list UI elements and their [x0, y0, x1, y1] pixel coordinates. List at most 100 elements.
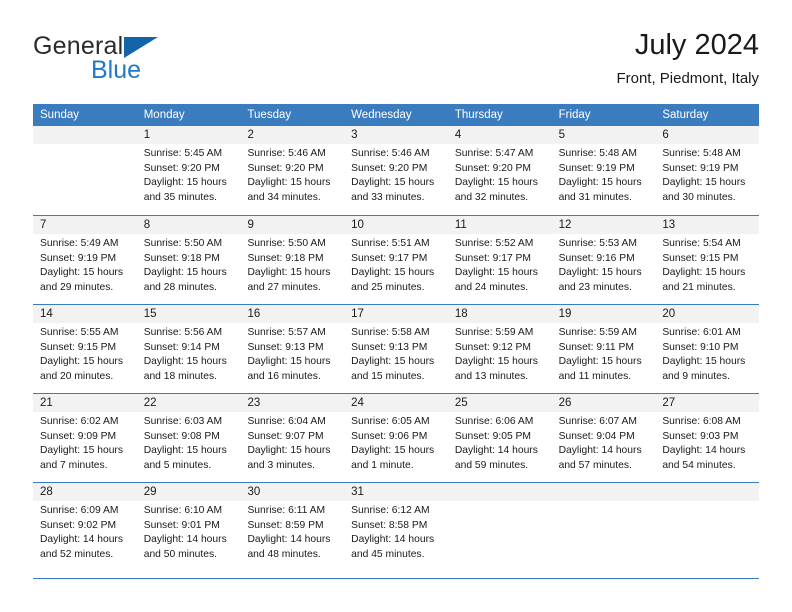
sunrise-text: Sunrise: 6:05 AM	[351, 416, 430, 427]
daylight-text-line2: and 16 minutes.	[247, 370, 321, 382]
calendar-day-cell[interactable]: 6 Sunrise: 5:48 AM Sunset: 9:19 PM Daylight…	[655, 126, 760, 215]
daylight-text-line2: and 25 minutes.	[351, 281, 425, 293]
day-details: Sunrise: 6:08 AM Sunset: 9:03 PM Daylight:…	[655, 412, 759, 473]
day-number: 14	[33, 305, 137, 323]
sunrise-text: Sunrise: 5:55 AM	[40, 327, 119, 338]
calendar-day-cell[interactable]: 3 Sunrise: 5:46 AM Sunset: 9:20 PM Daylight…	[344, 126, 448, 215]
sunset-text: Sunset: 9:14 PM	[143, 341, 220, 353]
day-details: Sunrise: 5:45 AM Sunset: 9:20 PM Daylight:…	[137, 144, 241, 205]
calendar-day-cell[interactable]: 8 Sunrise: 5:50 AM Sunset: 9:18 PM Daylight…	[136, 216, 241, 304]
day-details: Sunrise: 6:03 AM Sunset: 9:08 PM Daylight:…	[137, 412, 241, 473]
sunrise-text: Sunrise: 6:09 AM	[40, 505, 119, 516]
day-details: Sunrise: 5:59 AM Sunset: 9:12 PM Daylight:…	[448, 323, 552, 384]
daylight-text-line1: Daylight: 15 hours	[143, 267, 227, 279]
calendar-week-row: 28 Sunrise: 6:09 AM Sunset: 9:02 PM Dayligh…	[33, 482, 760, 571]
calendar-day-cell[interactable]: 14 Sunrise: 5:55 AM Sunset: 9:15 PM Dayligh…	[33, 305, 137, 393]
calendar-day-cell[interactable]: 28 Sunrise: 6:09 AM Sunset: 9:02 PM Dayligh…	[33, 483, 137, 571]
calendar-day-cell[interactable]: 9 Sunrise: 5:50 AM Sunset: 9:18 PM Daylight…	[240, 216, 345, 304]
day-details: Sunrise: 5:53 AM Sunset: 9:16 PM Daylight:…	[552, 234, 656, 295]
calendar-day-cell[interactable]: 16 Sunrise: 5:57 AM Sunset: 9:13 PM Dayligh…	[240, 305, 345, 393]
calendar-day-cell[interactable]: 23 Sunrise: 6:04 AM Sunset: 9:07 PM Dayligh…	[240, 394, 345, 482]
sunrise-text: Sunrise: 6:03 AM	[143, 416, 223, 427]
calendar-day-cell[interactable]: 1 Sunrise: 5:45 AM Sunset: 9:20 PM Daylight…	[136, 126, 241, 215]
daylight-text-line2: and 13 minutes.	[454, 370, 529, 382]
daylight-text-line1: Daylight: 14 hours	[40, 534, 123, 546]
calendar-day-cell[interactable]: 18 Sunrise: 5:59 AM Sunset: 9:12 PM Dayligh…	[447, 305, 552, 393]
sunrise-text: Sunrise: 6:10 AM	[143, 505, 223, 516]
calendar-day-cell[interactable]: 30 Sunrise: 6:11 AM Sunset: 8:59 PM Dayligh…	[240, 483, 345, 571]
day-number: 3	[344, 126, 448, 144]
daylight-text-line1: Daylight: 15 hours	[40, 445, 123, 457]
calendar-day-cell[interactable]: 2 Sunrise: 5:46 AM Sunset: 9:20 PM Daylight…	[240, 126, 345, 215]
calendar-day-cell[interactable]: 4 Sunrise: 5:47 AM Sunset: 9:20 PM Daylight…	[447, 126, 552, 215]
sunset-text: Sunset: 9:13 PM	[247, 341, 324, 353]
daylight-text-line2: and 15 minutes.	[351, 370, 425, 382]
sunrise-text: Sunrise: 5:46 AM	[247, 148, 326, 159]
daylight-text-line2: and 5 minutes.	[143, 459, 212, 471]
calendar-day-cell[interactable]: 21 Sunrise: 6:02 AM Sunset: 9:09 PM Dayligh…	[33, 394, 137, 482]
calendar-day-cell[interactable]: 10 Sunrise: 5:51 AM Sunset: 9:17 PM Dayligh…	[344, 216, 448, 304]
calendar-day-cell[interactable]: 26 Sunrise: 6:07 AM Sunset: 9:04 PM Dayligh…	[551, 394, 656, 482]
general-blue-logo[interactable]: General Blue	[33, 32, 293, 94]
sunset-text: Sunset: 9:19 PM	[40, 252, 117, 264]
sunset-text: Sunset: 9:19 PM	[558, 162, 635, 174]
calendar-day-cell[interactable]: 27 Sunrise: 6:08 AM Sunset: 9:03 PM Dayligh…	[655, 394, 760, 482]
daylight-text-line2: and 20 minutes.	[40, 370, 114, 382]
calendar-day-cell-empty	[447, 483, 552, 571]
sunrise-text: Sunrise: 5:59 AM	[558, 327, 638, 338]
calendar-day-cell[interactable]: 24 Sunrise: 6:05 AM Sunset: 9:06 PM Dayligh…	[344, 394, 448, 482]
sunset-text: Sunset: 9:04 PM	[558, 430, 635, 442]
daylight-text-line1: Daylight: 15 hours	[143, 445, 227, 457]
day-number: 28	[33, 483, 137, 501]
daylight-text-line1: Daylight: 15 hours	[351, 445, 435, 457]
day-details: Sunrise: 5:48 AM Sunset: 9:19 PM Daylight:…	[552, 144, 656, 205]
sunrise-text: Sunrise: 5:58 AM	[351, 327, 430, 338]
calendar-day-cell[interactable]: 19 Sunrise: 5:59 AM Sunset: 9:11 PM Dayligh…	[551, 305, 656, 393]
day-details: Sunrise: 5:47 AM Sunset: 9:20 PM Daylight:…	[448, 144, 552, 205]
sunrise-text: Sunrise: 5:59 AM	[454, 327, 534, 338]
daylight-text-line1: Daylight: 15 hours	[40, 267, 123, 279]
sunset-text: Sunset: 9:19 PM	[662, 162, 739, 174]
day-number: 8	[136, 216, 241, 234]
sunset-text: Sunset: 8:58 PM	[351, 519, 428, 531]
day-details: Sunrise: 5:59 AM Sunset: 9:11 PM Daylight:…	[552, 323, 656, 384]
calendar-day-cell[interactable]: 5 Sunrise: 5:48 AM Sunset: 9:19 PM Daylight…	[551, 126, 656, 215]
day-number: 21	[33, 394, 137, 412]
calendar-day-cell[interactable]: 29 Sunrise: 6:10 AM Sunset: 9:01 PM Dayligh…	[136, 483, 241, 571]
calendar-day-cell[interactable]: 17 Sunrise: 5:58 AM Sunset: 9:13 PM Dayligh…	[344, 305, 448, 393]
title-block: July 2024 Front, Piedmont, Italy	[616, 28, 759, 90]
weekday-header-thursday: Thursday	[454, 109, 503, 121]
sunrise-text: Sunrise: 5:49 AM	[40, 238, 119, 249]
daylight-text-line1: Daylight: 15 hours	[143, 177, 227, 189]
daylight-text-line1: Daylight: 14 hours	[662, 445, 746, 457]
sunrise-text: Sunrise: 5:48 AM	[662, 148, 741, 159]
calendar-week-row: 14 Sunrise: 5:55 AM Sunset: 9:15 PM Dayligh…	[33, 304, 760, 393]
calendar-day-cell[interactable]: 22 Sunrise: 6:03 AM Sunset: 9:08 PM Dayligh…	[136, 394, 241, 482]
calendar-day-cell[interactable]: 7 Sunrise: 5:49 AM Sunset: 9:19 PM Daylight…	[33, 216, 137, 304]
daylight-text-line2: and 1 minute.	[351, 459, 414, 471]
sunset-text: Sunset: 9:11 PM	[558, 341, 634, 353]
sunset-text: Sunset: 9:18 PM	[143, 252, 220, 264]
daylight-text-line1: Daylight: 15 hours	[454, 267, 538, 279]
logo-text-blue: Blue	[91, 56, 142, 84]
calendar-day-cell[interactable]: 25 Sunrise: 6:06 AM Sunset: 9:05 PM Dayligh…	[447, 394, 552, 482]
daylight-text-line2: and 54 minutes.	[662, 459, 736, 471]
sunrise-text: Sunrise: 5:52 AM	[454, 238, 534, 249]
day-number: 19	[551, 305, 656, 323]
day-number: 20	[655, 305, 760, 323]
calendar-day-cell[interactable]: 12 Sunrise: 5:53 AM Sunset: 9:16 PM Dayligh…	[551, 216, 656, 304]
sunrise-text: Sunrise: 6:01 AM	[662, 327, 741, 338]
calendar-day-cell-empty	[655, 483, 760, 571]
calendar-day-cell[interactable]: 20 Sunrise: 6:01 AM Sunset: 9:10 PM Dayligh…	[655, 305, 760, 393]
day-number: 31	[344, 483, 448, 501]
day-details: Sunrise: 5:46 AM Sunset: 9:20 PM Daylight:…	[344, 144, 448, 205]
calendar-day-cell[interactable]: 11 Sunrise: 5:52 AM Sunset: 9:17 PM Dayligh…	[447, 216, 552, 304]
day-details: Sunrise: 5:55 AM Sunset: 9:15 PM Daylight:…	[33, 323, 137, 384]
daylight-text-line1: Daylight: 14 hours	[143, 534, 227, 546]
calendar-day-cell[interactable]: 15 Sunrise: 5:56 AM Sunset: 9:14 PM Dayligh…	[136, 305, 241, 393]
calendar-day-cell[interactable]: 13 Sunrise: 5:54 AM Sunset: 9:15 PM Dayligh…	[655, 216, 760, 304]
calendar-day-cell[interactable]: 31 Sunrise: 6:12 AM Sunset: 8:58 PM Dayligh…	[344, 483, 448, 571]
sunrise-text: Sunrise: 5:53 AM	[558, 238, 638, 249]
day-number: 24	[344, 394, 448, 412]
calendar-week-row: 21 Sunrise: 6:02 AM Sunset: 9:09 PM Dayligh…	[33, 393, 760, 482]
